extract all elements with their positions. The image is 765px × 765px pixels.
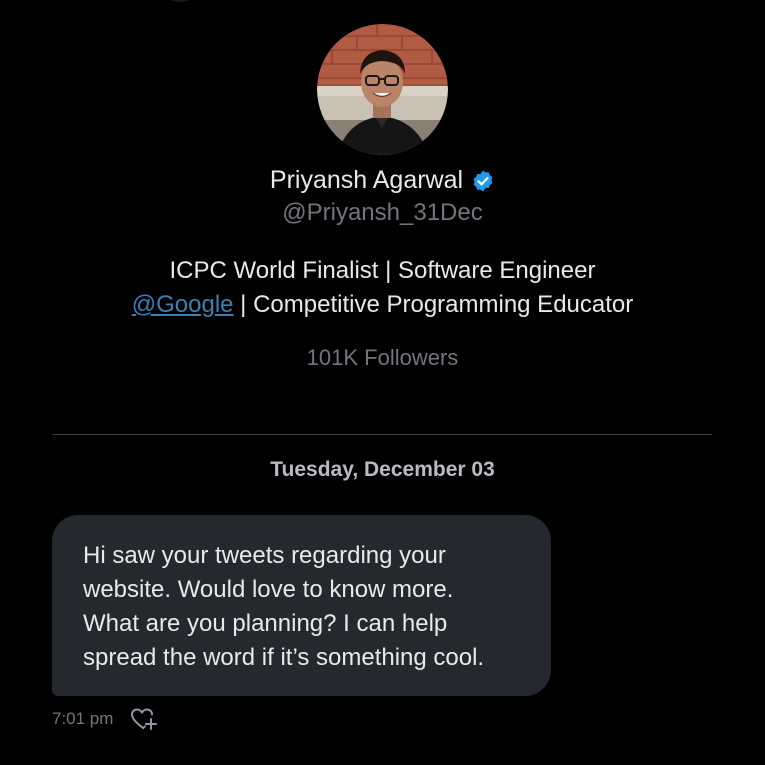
message-timestamp: 7:01 pm <box>52 709 114 728</box>
profile-name-row: Priyansh Agarwal <box>0 166 765 195</box>
verified-badge-icon[interactable] <box>471 169 495 193</box>
message-text: Hi saw your tweets regarding your websit… <box>83 542 485 671</box>
avatar[interactable] <box>317 24 448 155</box>
message-bubble[interactable]: Hi saw your tweets regarding your websit… <box>52 515 551 696</box>
scroll-fragment <box>170 0 190 2</box>
bio-line-2-text: | Competitive Programming Educator <box>233 291 634 318</box>
profile-handle: @Priyansh_31Dec <box>282 199 483 226</box>
heart-plus-icon[interactable] <box>129 704 159 734</box>
divider <box>52 434 712 435</box>
google-mention-link[interactable]: @Google <box>132 291 234 318</box>
profile-name[interactable]: Priyansh Agarwal <box>270 166 463 195</box>
bio-line-2: @Google | Competitive Programming Educat… <box>0 288 765 322</box>
message-meta: 7:01 pm <box>52 704 159 734</box>
avatar-photo <box>317 24 448 155</box>
followers-count[interactable]: 101K Followers <box>0 345 765 371</box>
profile-bio: ICPC World Finalist | Software Engineer … <box>0 254 765 322</box>
bio-line-1: ICPC World Finalist | Software Engineer <box>169 257 596 284</box>
date-separator: Tuesday, December 03 <box>270 458 495 481</box>
